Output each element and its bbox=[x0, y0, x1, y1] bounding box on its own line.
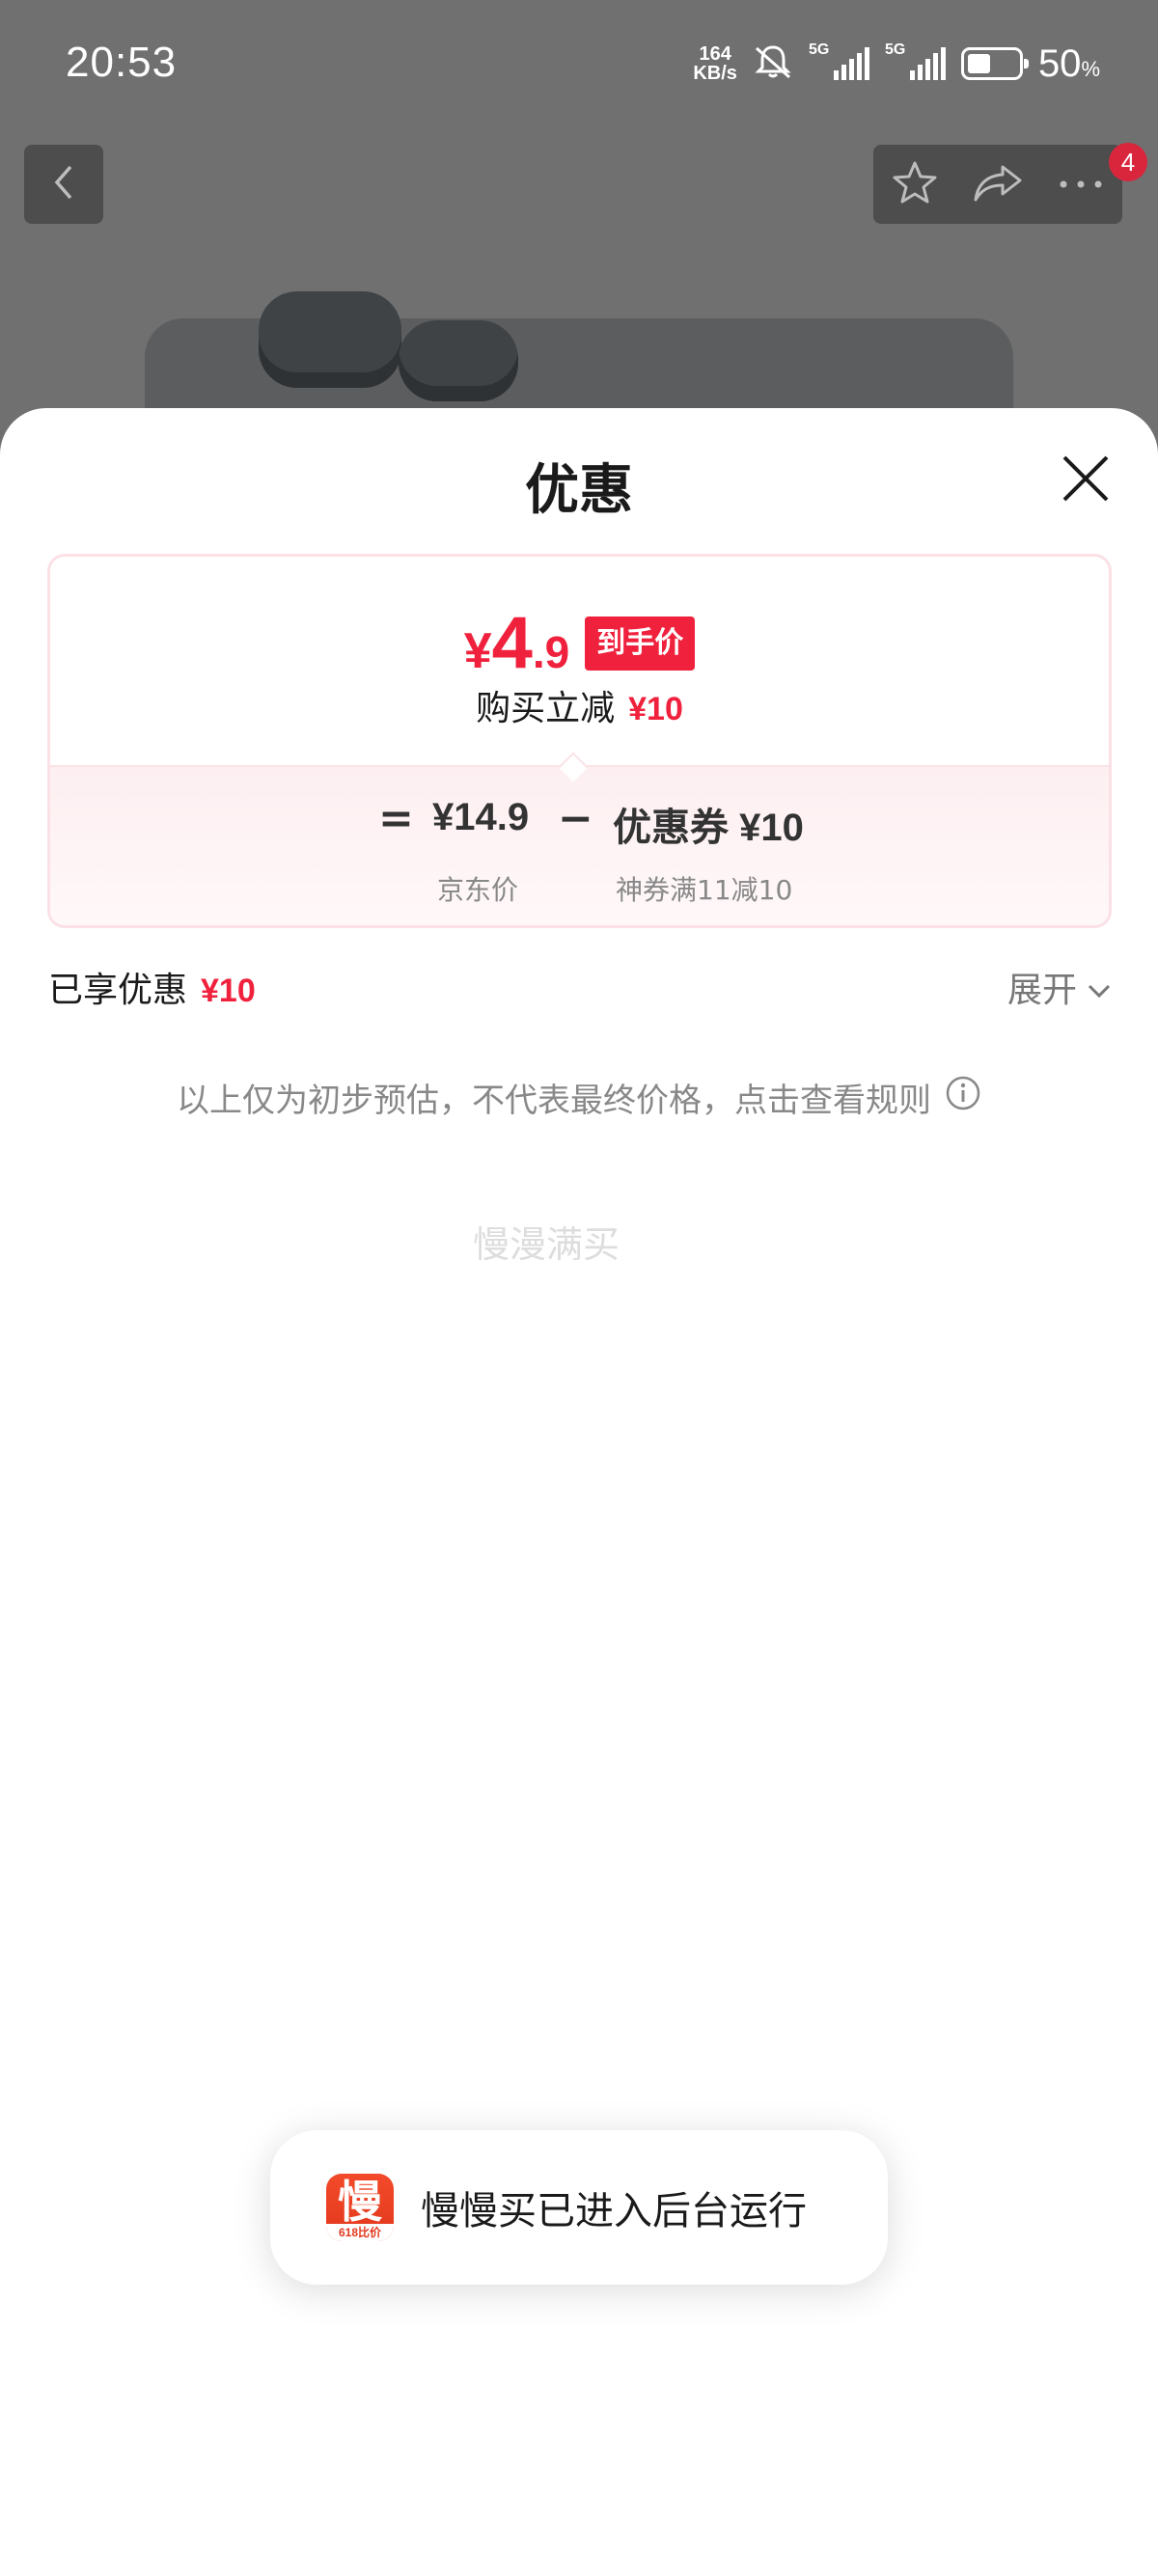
app-icon-glyph: 慢 bbox=[338, 2176, 382, 2228]
final-price: ¥ 4 .9 bbox=[464, 601, 570, 685]
expand-button[interactable]: 展开 bbox=[1007, 962, 1112, 1012]
formula-equals: = bbox=[378, 794, 414, 843]
price-formula: = ¥14.9 京东价 − 优惠券 ¥10 神券满11减10 bbox=[50, 767, 1109, 925]
disclaimer-text: 以上仅为初步预估，不代表最终价格，点击查看规则 bbox=[177, 1082, 931, 1120]
more-icon bbox=[1057, 176, 1105, 194]
status-bar: 20:53 164 KB/s 5G 5G 50% bbox=[0, 0, 1158, 131]
price-breakdown-card: ¥ 4 .9 到手价 购买立减 ¥10 = ¥14.9 京东价 − 优惠券 ¥1… bbox=[47, 554, 1112, 928]
final-price-decimal: .9 bbox=[532, 627, 570, 677]
expand-label: 展开 bbox=[1006, 971, 1077, 1010]
status-time: 20:53 bbox=[66, 39, 178, 86]
sim2-label: 5G bbox=[884, 41, 906, 58]
chevron-down-icon bbox=[1087, 968, 1112, 1007]
final-price-currency: ¥ bbox=[463, 623, 492, 679]
formula-minus: − bbox=[558, 794, 593, 843]
enjoyed-discount-row[interactable]: 已享优惠 ¥10 展开 bbox=[48, 958, 1112, 1016]
signal-sim2-icon: 5G bbox=[885, 41, 946, 80]
battery-percent-value: 50 bbox=[1037, 41, 1082, 85]
enjoyed-discount: 已享优惠 ¥10 bbox=[48, 962, 256, 1012]
cart-badge: 4 bbox=[1109, 143, 1147, 181]
net-speed-value: 164 bbox=[699, 43, 731, 65]
close-button[interactable] bbox=[1055, 450, 1117, 511]
price-formula-section: = ¥14.9 京东价 − 优惠券 ¥10 神券满11减10 bbox=[50, 765, 1109, 925]
final-price-row: ¥ 4 .9 到手价 bbox=[50, 601, 1109, 685]
enjoyed-discount-label: 已享优惠 bbox=[48, 971, 188, 1010]
share-icon bbox=[972, 161, 1024, 207]
mute-icon bbox=[753, 42, 793, 85]
price-disclaimer-link[interactable]: 以上仅为初步预估，不代表最终价格，点击查看规则 bbox=[0, 1074, 1158, 1121]
close-icon bbox=[1061, 453, 1111, 507]
status-icons: 164 KB/s 5G 5G 50% bbox=[693, 41, 1100, 87]
sim1-label: 5G bbox=[808, 41, 830, 58]
battery-icon bbox=[960, 47, 1029, 80]
formula-base-price: ¥14.9 bbox=[432, 796, 530, 838]
product-knob-small bbox=[399, 320, 518, 401]
instant-reduction: 购买立减 ¥10 bbox=[50, 680, 1109, 730]
background-running-toast: 慢 618比价 慢慢买已进入后台运行 bbox=[270, 2130, 888, 2285]
signal-sim1-icon: 5G bbox=[809, 41, 869, 80]
enjoyed-discount-amount: ¥10 bbox=[201, 973, 256, 1009]
battery-percent: 50% bbox=[1038, 42, 1100, 86]
share-button[interactable] bbox=[964, 151, 1032, 218]
top-actions bbox=[873, 145, 1122, 224]
product-knob-large bbox=[259, 291, 401, 388]
sheet-title: 优惠 bbox=[525, 459, 633, 522]
formula-coupon-value: 优惠券 ¥10 bbox=[613, 807, 804, 849]
battery-percent-unit: % bbox=[1081, 56, 1100, 81]
toast-message: 慢慢买已进入后台运行 bbox=[421, 2189, 807, 2233]
net-speed-unit: KB/s bbox=[693, 63, 737, 84]
star-icon bbox=[891, 158, 939, 210]
formula-coupon-caption: 神券满11减10 bbox=[616, 874, 793, 906]
back-button[interactable] bbox=[24, 145, 103, 224]
net-speed: 164 KB/s bbox=[693, 44, 737, 83]
instant-reduction-label: 购买立减 bbox=[476, 689, 616, 728]
back-chevron-icon bbox=[49, 161, 78, 207]
app-icon: 慢 618比价 bbox=[326, 2174, 394, 2241]
final-price-integer: 4 bbox=[491, 602, 533, 684]
final-price-tag: 到手价 bbox=[585, 616, 696, 671]
instant-reduction-amount: ¥10 bbox=[628, 691, 683, 727]
final-price-section: ¥ 4 .9 到手价 购买立减 ¥10 bbox=[50, 557, 1109, 765]
info-icon bbox=[945, 1075, 981, 1120]
more-button[interactable] bbox=[1047, 151, 1115, 218]
watermark: 慢漫满买 bbox=[472, 1223, 620, 1266]
app-icon-caption: 618比价 bbox=[326, 2224, 394, 2241]
favorite-button[interactable] bbox=[881, 151, 949, 218]
formula-base-caption: 京东价 bbox=[437, 874, 519, 906]
